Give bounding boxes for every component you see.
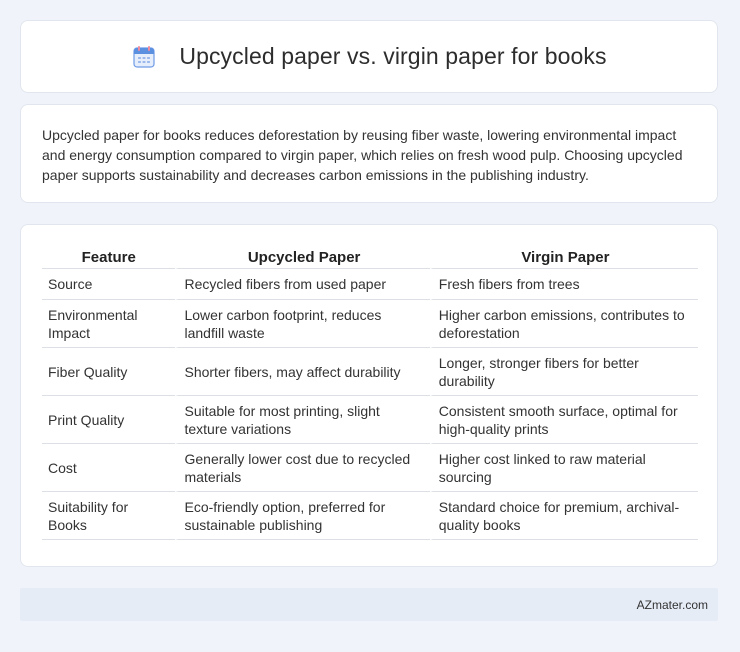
table-row: Fiber Quality Shorter fibers, may affect… (42, 348, 698, 396)
upcycled-cell: Eco-friendly option, preferred for susta… (175, 492, 430, 540)
virgin-cell: Fresh fibers from trees (429, 269, 698, 300)
virgin-cell: Consistent smooth surface, optimal for h… (429, 396, 698, 444)
comparison-card: Feature Upcycled Paper Virgin Paper Sour… (20, 224, 718, 567)
table-row: Suitability for Books Eco-friendly optio… (42, 492, 698, 540)
upcycled-cell: Lower carbon footprint, reduces landfill… (175, 300, 430, 348)
upcycled-cell: Suitable for most printing, slight textu… (175, 396, 430, 444)
footer-bar: AZmater.com (20, 588, 718, 621)
table-row: Cost Generally lower cost due to recycle… (42, 444, 698, 492)
feature-cell: Suitability for Books (42, 492, 176, 540)
feature-cell: Environmental Impact (42, 300, 176, 348)
header-virgin-paper: Virgin Paper (429, 245, 698, 269)
virgin-cell: Higher cost linked to raw material sourc… (429, 444, 698, 492)
virgin-cell: Standard choice for premium, archival-qu… (429, 492, 698, 540)
feature-cell: Source (42, 269, 176, 300)
table-row: Source Recycled fibers from used paper F… (42, 269, 698, 300)
virgin-cell: Higher carbon emissions, contributes to … (429, 300, 698, 348)
page-title: Upcycled paper vs. virgin paper for book… (179, 43, 607, 69)
comparison-table: Feature Upcycled Paper Virgin Paper Sour… (42, 245, 698, 540)
header-feature: Feature (42, 245, 176, 269)
title-card: Upcycled paper vs. virgin paper for book… (20, 20, 718, 93)
intro-card: Upcycled paper for books reduces defores… (20, 104, 718, 203)
table-row: Environmental Impact Lower carbon footpr… (42, 300, 698, 348)
virgin-cell: Longer, stronger fibers for better durab… (429, 348, 698, 396)
calendar-icon (131, 44, 157, 70)
table-header-row: Feature Upcycled Paper Virgin Paper (42, 245, 698, 269)
table-row: Print Quality Suitable for most printing… (42, 396, 698, 444)
upcycled-cell: Recycled fibers from used paper (175, 269, 430, 300)
feature-cell: Fiber Quality (42, 348, 176, 396)
feature-cell: Cost (42, 444, 176, 492)
upcycled-cell: Generally lower cost due to recycled mat… (175, 444, 430, 492)
footer-site-name: AZmater.com (636, 597, 708, 612)
upcycled-cell: Shorter fibers, may affect durability (175, 348, 430, 396)
intro-paragraph: Upcycled paper for books reduces defores… (42, 127, 683, 183)
header-upcycled-paper: Upcycled Paper (175, 245, 430, 269)
feature-cell: Print Quality (42, 396, 176, 444)
